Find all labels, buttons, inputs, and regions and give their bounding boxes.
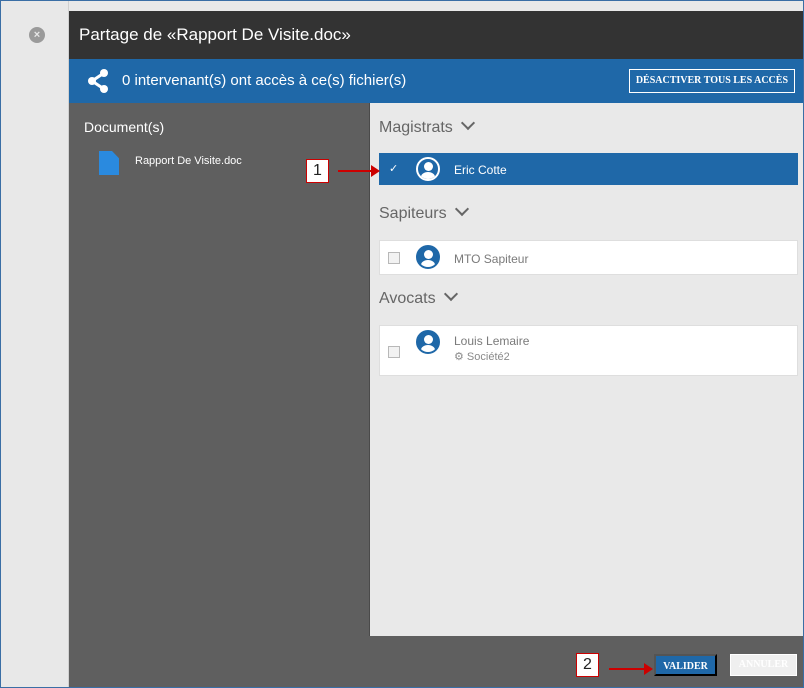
share-icon — [88, 69, 108, 93]
left-gutter: × — [1, 1, 69, 687]
cancel-button[interactable]: ANNULER — [730, 654, 797, 676]
document-icon — [99, 151, 119, 175]
annotation-arrow-1 — [338, 165, 380, 177]
annotation-callout-2: 2 — [576, 653, 599, 677]
group-header-magistrats[interactable]: Magistrats — [379, 115, 475, 137]
person-checkbox[interactable] — [388, 346, 400, 358]
lawyer-avatar-icon — [416, 330, 440, 354]
chevron-down-icon — [460, 115, 475, 131]
person-organization: ⚙ Société2 — [454, 351, 510, 363]
person-row-louis-lemaire[interactable]: Louis Lemaire ⚙ Société2 — [379, 325, 798, 376]
access-count-text: 0 intervenant(s) ont accès à ce(s) fichi… — [122, 72, 407, 89]
group-header-sapiteurs[interactable]: Sapiteurs — [379, 201, 469, 223]
group-label: Sapiteurs — [379, 205, 447, 222]
dialog-footer: VALIDER ANNULER — [69, 636, 803, 687]
person-row-mto-sapiteur[interactable]: MTO Sapiteur — [379, 240, 798, 275]
user-avatar-icon — [416, 157, 440, 181]
group-label: Avocats — [379, 290, 436, 307]
check-icon: ✓ — [389, 163, 399, 175]
organization-name: Société2 — [466, 351, 510, 363]
validate-button[interactable]: VALIDER — [654, 654, 717, 676]
user-avatar-icon — [416, 245, 440, 269]
person-name: Eric Cotte — [454, 163, 507, 177]
chevron-down-icon — [443, 286, 458, 302]
documents-title: Document(s) — [84, 119, 165, 135]
close-icon[interactable]: × — [29, 27, 45, 43]
share-status-bar: 0 intervenant(s) ont accès à ce(s) fichi… — [69, 59, 803, 103]
person-name: Louis Lemaire — [454, 334, 530, 348]
document-name: Rapport De Visite.doc — [135, 155, 242, 167]
people-pane: Magistrats ✓ Eric Cotte Sapiteurs MTO Sa… — [370, 103, 803, 636]
person-checkbox[interactable] — [388, 252, 400, 264]
person-name: MTO Sapiteur — [454, 252, 529, 266]
chevron-down-icon — [454, 201, 469, 217]
annotation-arrow-2 — [609, 663, 653, 675]
group-label: Magistrats — [379, 119, 453, 136]
group-header-avocats[interactable]: Avocats — [379, 286, 458, 308]
share-dialog: × Partage de «Rapport De Visite.doc» 0 i… — [0, 0, 804, 688]
disable-all-access-button[interactable]: DÉSACTIVER TOUS LES ACCÈS — [628, 69, 795, 93]
dialog-title: Partage de «Rapport De Visite.doc» — [69, 11, 803, 59]
annotation-callout-1: 1 — [306, 159, 329, 183]
person-row-eric-cotte[interactable]: ✓ Eric Cotte — [379, 153, 798, 185]
